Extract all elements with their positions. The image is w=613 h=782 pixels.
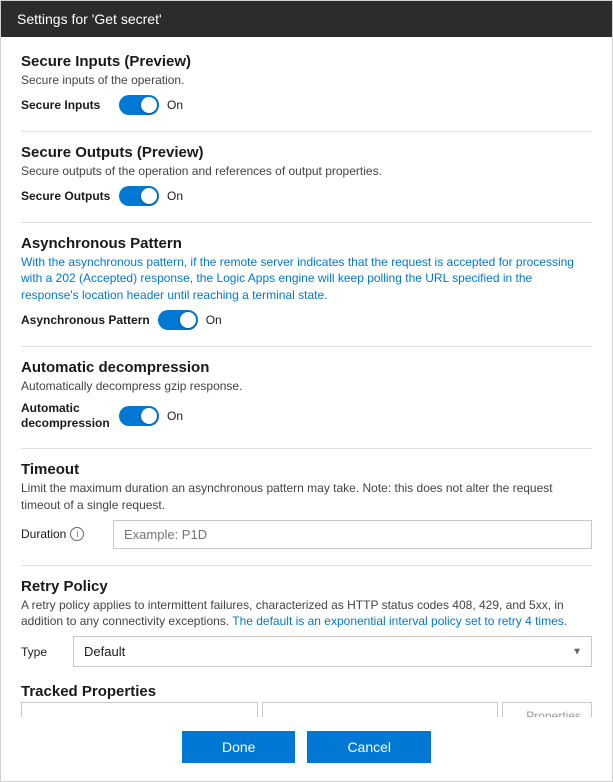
retry-policy-section: Retry Policy A retry policy applies to i… bbox=[21, 578, 592, 668]
tracked-properties-title: Tracked Properties bbox=[21, 683, 592, 700]
async-pattern-toggle[interactable] bbox=[158, 310, 198, 330]
tracked-properties-section: Tracked Properties Properties bbox=[21, 683, 592, 717]
async-pattern-title: Asynchronous Pattern bbox=[21, 235, 592, 252]
timeout-desc: Limit the maximum duration an asynchrono… bbox=[21, 480, 592, 514]
auto-decompress-title: Automatic decompression bbox=[21, 359, 592, 376]
duration-info-icon[interactable]: i bbox=[70, 527, 84, 541]
duration-label: Duration i bbox=[21, 527, 101, 541]
secure-inputs-on-label: On bbox=[167, 98, 183, 112]
secure-inputs-section: Secure Inputs (Preview) Secure inputs of… bbox=[21, 53, 592, 115]
auto-decompress-label: Automatic decompression bbox=[21, 401, 111, 432]
secure-outputs-toggle-row: Secure Outputs On bbox=[21, 186, 592, 206]
secure-inputs-label: Secure Inputs bbox=[21, 98, 111, 112]
tracked-col1-input[interactable] bbox=[21, 702, 258, 717]
timeout-field-row: Duration i bbox=[21, 520, 592, 549]
secure-inputs-toggle-row: Secure Inputs On bbox=[21, 95, 592, 115]
timeout-title: Timeout bbox=[21, 461, 592, 478]
dialog-footer: Done Cancel bbox=[1, 717, 612, 781]
async-pattern-on-label: On bbox=[206, 313, 222, 327]
async-pattern-label: Asynchronous Pattern bbox=[21, 313, 150, 327]
dialog-title: Settings for 'Get secret' bbox=[17, 11, 162, 27]
async-pattern-section: Asynchronous Pattern With the asynchrono… bbox=[21, 235, 592, 330]
secure-inputs-title: Secure Inputs (Preview) bbox=[21, 53, 592, 70]
retry-type-row: Type Default None Fixed count Exponentia… bbox=[21, 636, 592, 667]
auto-decompress-toggle-row: Automatic decompression On bbox=[21, 401, 592, 432]
cancel-button[interactable]: Cancel bbox=[307, 731, 431, 763]
secure-outputs-toggle[interactable] bbox=[119, 186, 159, 206]
tracked-properties-row: Properties bbox=[21, 702, 592, 717]
dialog-body: Secure Inputs (Preview) Secure inputs of… bbox=[1, 37, 612, 717]
async-pattern-toggle-row: Asynchronous Pattern On bbox=[21, 310, 592, 330]
auto-decompress-on-label: On bbox=[167, 409, 183, 423]
tracked-col3-label: Properties bbox=[502, 702, 592, 717]
secure-inputs-toggle[interactable] bbox=[119, 95, 159, 115]
retry-type-label: Type bbox=[21, 645, 61, 659]
async-pattern-desc-blue: With the asynchronous pattern, if the re… bbox=[21, 255, 574, 303]
settings-dialog: Settings for 'Get secret' Secure Inputs … bbox=[0, 0, 613, 782]
secure-outputs-title: Secure Outputs (Preview) bbox=[21, 144, 592, 161]
secure-outputs-label: Secure Outputs bbox=[21, 189, 111, 203]
done-button[interactable]: Done bbox=[182, 731, 295, 763]
retry-type-select[interactable]: Default None Fixed count Exponential int… bbox=[73, 636, 592, 667]
retry-type-wrapper: Default None Fixed count Exponential int… bbox=[73, 636, 592, 667]
retry-policy-title: Retry Policy bbox=[21, 578, 592, 595]
auto-decompress-section: Automatic decompression Automatically de… bbox=[21, 359, 592, 432]
async-pattern-desc: With the asynchronous pattern, if the re… bbox=[21, 254, 592, 304]
duration-input[interactable] bbox=[113, 520, 592, 549]
auto-decompress-toggle[interactable] bbox=[119, 406, 159, 426]
secure-outputs-section: Secure Outputs (Preview) Secure outputs … bbox=[21, 144, 592, 206]
dialog-header: Settings for 'Get secret' bbox=[1, 1, 612, 37]
secure-outputs-on-label: On bbox=[167, 189, 183, 203]
tracked-col2-input[interactable] bbox=[262, 702, 499, 717]
secure-inputs-desc: Secure inputs of the operation. bbox=[21, 72, 592, 89]
auto-decompress-desc: Automatically decompress gzip response. bbox=[21, 378, 592, 395]
timeout-section: Timeout Limit the maximum duration an as… bbox=[21, 461, 592, 549]
retry-desc-blue: The default is an exponential interval p… bbox=[229, 614, 567, 628]
secure-outputs-desc: Secure outputs of the operation and refe… bbox=[21, 163, 592, 180]
retry-policy-desc: A retry policy applies to intermittent f… bbox=[21, 597, 592, 631]
